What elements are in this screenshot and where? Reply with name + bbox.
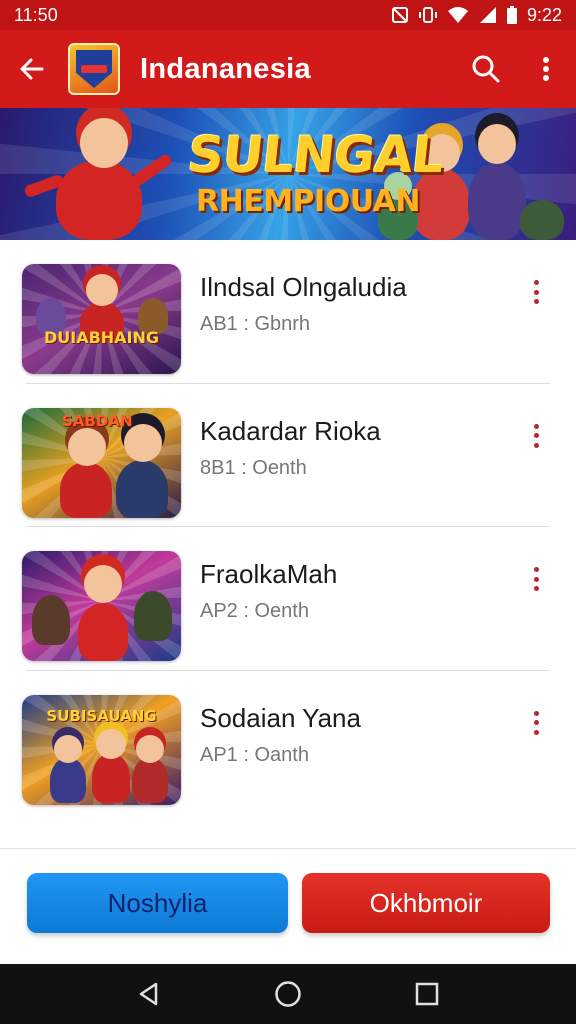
more-vert-icon[interactable] [526, 709, 546, 737]
list-item-thumbnail: SUBISAUANG [22, 694, 181, 805]
nav-back-button[interactable] [119, 964, 179, 1024]
search-button[interactable] [456, 30, 516, 108]
more-vert-icon[interactable] [526, 278, 546, 306]
system-nav-bar [0, 964, 576, 1024]
list-item[interactable]: SABDAN Kadardar Rioka 8B1 : Oenth [0, 384, 576, 527]
back-button[interactable] [0, 30, 64, 108]
nav-home-icon [275, 981, 301, 1007]
status-time-right: 9:22 [526, 4, 562, 25]
list-item-thumb-text: SUBISAUANG [46, 706, 157, 725]
list-item-thumb-text: DUIABHAING [43, 328, 160, 347]
list-item-thumbnail: DUIABHAING [22, 264, 181, 374]
overflow-menu-button[interactable] [516, 30, 576, 108]
list-item-title: Sodaian Yana [200, 702, 361, 733]
nav-back-icon [140, 982, 158, 1006]
list-item-title: Kadardar Rioka [200, 415, 381, 446]
list-item-title: FraolkaMah [200, 559, 338, 589]
banner-character-right-4 [520, 200, 564, 240]
signal-icon [479, 6, 497, 24]
list-item-subtitle: AP2 : Oenth [200, 600, 309, 622]
status-time-left: 11:50 [14, 4, 58, 25]
more-vert-icon[interactable] [526, 422, 546, 450]
list-item-subtitle: AP1 : Oanth [200, 743, 309, 766]
bottom-action-bar: Noshylia Okhbmoir [0, 848, 576, 964]
vibrate-icon [418, 6, 437, 24]
list-item-thumbnail: SABDAN [22, 407, 181, 518]
secondary-button[interactable]: Okhbmoir [302, 873, 550, 933]
primary-button[interactable]: Noshylia [27, 873, 288, 933]
hero-banner[interactable]: SULNGAL RHEMPIOUAN [0, 108, 576, 240]
banner-title: SULNGAL [184, 126, 446, 184]
app-bar: Indananesia [0, 30, 576, 108]
list-item-thumb-text: SABDAN [62, 411, 133, 430]
nav-recents-button[interactable] [397, 964, 457, 1024]
page-title: Indananesia [140, 52, 311, 85]
nav-recents-icon [415, 982, 438, 1006]
battery-icon [506, 6, 517, 24]
list-item-subtitle: 8B1 : Oenth [200, 456, 307, 479]
banner-character-left [56, 160, 142, 240]
more-vert-icon[interactable] [526, 565, 546, 593]
game-list: DUIABHAING Ilndsal Olngaludia AB1 : Gbnr… [0, 240, 576, 814]
status-icons: 9:22 [391, 5, 562, 26]
more-vert-icon [543, 57, 549, 81]
banner-subtitle: RHEMPIOUAN [196, 184, 420, 219]
app-logo [68, 43, 120, 95]
list-item-title: Ilndsal Olngaludia [200, 272, 407, 302]
search-icon [472, 55, 500, 83]
status-bar: 11:50 9:22 [0, 0, 576, 30]
list-item-subtitle: AB1 : Gbnrh [200, 313, 311, 335]
back-arrow-icon [20, 58, 44, 80]
banner-character-right-2 [468, 162, 526, 240]
nav-home-button[interactable] [258, 964, 318, 1024]
shield-icon [76, 50, 112, 88]
list-item[interactable]: FraolkaMah AP2 : Oenth [0, 527, 576, 671]
list-item-thumbnail [22, 551, 181, 661]
notification-off-icon [391, 6, 409, 24]
wifi-icon [447, 6, 469, 24]
list-item[interactable]: DUIABHAING Ilndsal Olngaludia AB1 : Gbnr… [0, 240, 576, 384]
list-item[interactable]: SUBISAUANG Sodaian Yana AP1 : Oanth [0, 671, 576, 815]
banner-character-left-head [80, 118, 128, 168]
